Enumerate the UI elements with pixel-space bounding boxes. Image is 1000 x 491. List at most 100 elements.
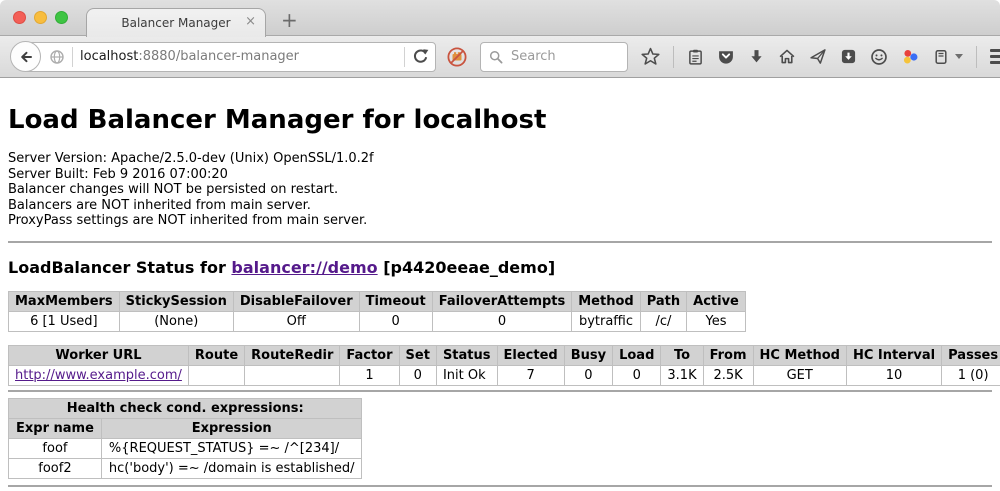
table-cell [188, 365, 244, 385]
column-header: HC Interval [846, 345, 941, 365]
column-header: Expr name [9, 418, 102, 438]
column-header: Active [687, 291, 746, 311]
server-built-line: Server Built: Feb 9 2016 07:00:20 [8, 167, 992, 183]
table-cell: /c/ [640, 311, 686, 331]
plugin-blocked-button[interactable] [446, 46, 468, 68]
colordots-extension-button[interactable] [901, 48, 920, 66]
send-icon [809, 48, 827, 65]
table-cell: 0 [432, 311, 572, 331]
reading-list-button[interactable] [687, 48, 704, 66]
table-cell: 2.5K [703, 365, 753, 385]
downloads-button[interactable] [748, 48, 765, 65]
navigation-toolbar: localhost:8880/balancer-manager [0, 36, 1000, 78]
column-header: StickySession [119, 291, 233, 311]
status-heading-suffix: [p4420eeae_demo] [378, 258, 556, 277]
table-cell: Yes [687, 311, 746, 331]
balancer-note-line: Balancer changes will NOT be persisted o… [8, 182, 992, 198]
table-cell: 10 [846, 365, 941, 385]
table-header-row: MaxMembers StickySession DisableFailover… [9, 291, 746, 311]
column-header: Expression [101, 418, 362, 438]
star-icon [641, 47, 660, 66]
server-version-line: Server Version: Apache/2.5.0-dev (Unix) … [8, 151, 992, 167]
back-icon [18, 49, 34, 65]
chat-button[interactable] [870, 48, 888, 66]
page-title: Load Balancer Manager for localhost [8, 105, 992, 135]
reload-icon [412, 48, 429, 65]
pocket-icon [717, 48, 735, 65]
chevron-down-icon[interactable] [955, 54, 963, 59]
column-header: Route [188, 345, 244, 365]
table-cell: 6 [1 Used] [9, 311, 120, 331]
search-input[interactable] [509, 48, 619, 65]
worker-table: Worker URL Route RouteRedir Factor Set S… [8, 345, 1000, 386]
column-header: Method [572, 291, 640, 311]
search-bar[interactable] [480, 42, 628, 72]
divider [8, 241, 992, 243]
back-button[interactable] [10, 41, 41, 72]
table-cell: 0 [613, 365, 661, 385]
table-header-row: Expr name Expression [9, 418, 362, 438]
window-zoom-button[interactable] [55, 11, 68, 24]
reload-button[interactable] [412, 48, 429, 65]
worker-url-link[interactable]: http://www.example.com/ [15, 368, 182, 383]
send-tab-button[interactable] [809, 48, 827, 65]
url-domain: localhost [80, 49, 138, 64]
column-header: Busy [564, 345, 612, 365]
home-button[interactable] [778, 48, 796, 65]
address-bar[interactable]: localhost:8880/balancer-manager [24, 42, 436, 72]
globe-icon[interactable] [49, 49, 65, 65]
urlbar-divider [404, 47, 405, 67]
divider [8, 485, 992, 487]
status-heading: LoadBalancer Status for balancer://demo … [8, 258, 992, 277]
menu-button[interactable] [990, 49, 1000, 64]
column-header: Worker URL [9, 345, 189, 365]
close-icon[interactable]: × [245, 15, 256, 28]
toolbar-divider [673, 46, 674, 68]
column-header: From [703, 345, 753, 365]
window-controls [13, 11, 68, 24]
url-text[interactable]: localhost:8880/balancer-manager [80, 49, 397, 64]
health-check-table: Health check cond. expressions: Expr nam… [8, 398, 362, 479]
toolbar-icons [641, 46, 1000, 68]
browser-tab[interactable]: Balancer Manager × [86, 8, 266, 37]
menu-icon [990, 49, 1000, 52]
balancer-table: MaxMembers StickySession DisableFailover… [8, 291, 746, 332]
balancer-note-line: ProxyPass settings are NOT inherited fro… [8, 213, 992, 229]
container-button[interactable] [933, 48, 949, 66]
balancer-link[interactable]: balancer://demo [231, 258, 377, 277]
table-cell: Init Ok [436, 365, 497, 385]
window-close-button[interactable] [13, 11, 26, 24]
colordots-icon [901, 48, 920, 66]
tab-bar: Balancer Manager × + [0, 0, 1000, 36]
window-minimize-button[interactable] [34, 11, 47, 24]
bookmark-star-button[interactable] [641, 47, 660, 66]
column-header: To [661, 345, 703, 365]
home-icon [778, 48, 796, 65]
balancer-note-line: Balancers are NOT inherited from main se… [8, 198, 992, 214]
column-header: Set [399, 345, 436, 365]
toolbar-divider [976, 46, 977, 68]
new-tab-button[interactable]: + [281, 8, 298, 32]
column-header: MaxMembers [9, 291, 120, 311]
column-header: HC Method [753, 345, 846, 365]
download-panel-icon [840, 48, 857, 65]
table-cell: GET [753, 365, 846, 385]
container-icon [933, 48, 949, 66]
table-row: foof2 hc('body') =~ /domain is establish… [9, 458, 362, 478]
column-header: Path [640, 291, 686, 311]
download-panel-button[interactable] [840, 48, 857, 65]
table-cell: Off [233, 311, 359, 331]
column-header: Status [436, 345, 497, 365]
pocket-button[interactable] [717, 48, 735, 65]
url-path: :8880/balancer-manager [138, 49, 299, 64]
table-row: 6 [1 Used] (None) Off 0 0 bytraffic /c/ … [9, 311, 746, 331]
table-cell: 0 [564, 365, 612, 385]
table-cell: bytraffic [572, 311, 640, 331]
table-cell: http://www.example.com/ [9, 365, 189, 385]
column-header: Passes [942, 345, 1000, 365]
divider [8, 390, 992, 392]
table-cell: 0 [399, 365, 436, 385]
column-header: Timeout [359, 291, 432, 311]
chat-smiley-icon [870, 48, 888, 66]
table-cell: 0 [359, 311, 432, 331]
